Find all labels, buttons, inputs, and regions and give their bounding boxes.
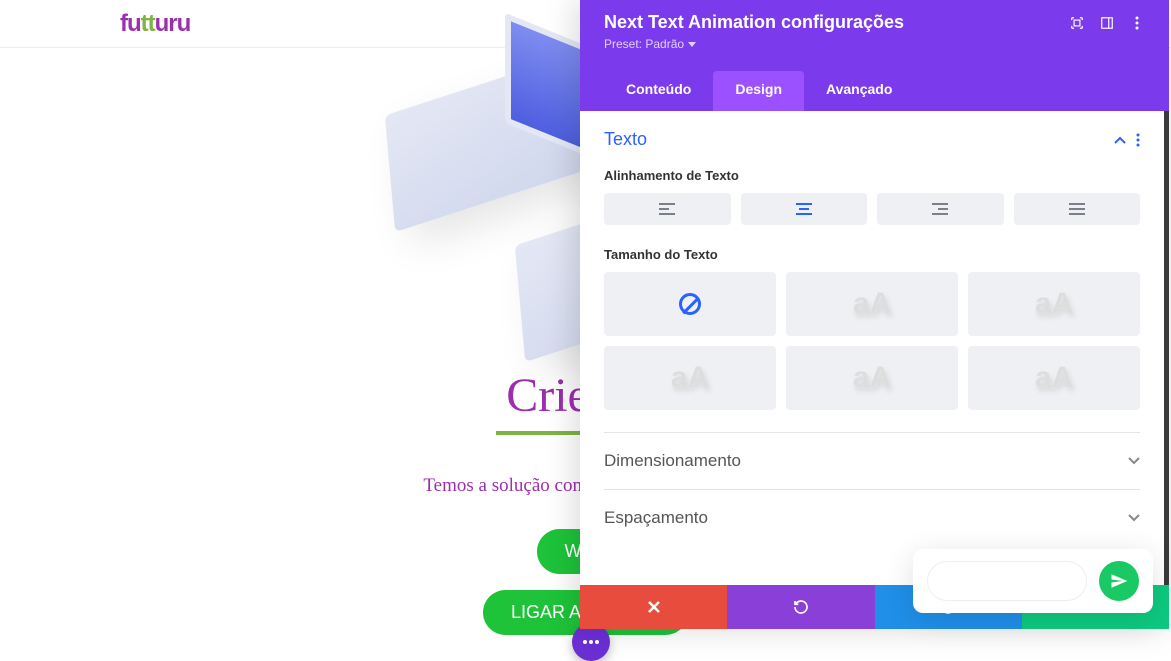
more-icon[interactable] <box>1129 15 1145 31</box>
preset-label: Preset: Padrão <box>604 37 684 51</box>
close-icon <box>648 601 660 613</box>
section-spacing[interactable]: Espaçamento <box>604 489 1140 546</box>
preset-dropdown[interactable]: Preset: Padrão <box>604 37 696 51</box>
logo[interactable]: futturu <box>120 10 190 38</box>
size-thumb: aA <box>1035 361 1073 395</box>
panel-body: Texto Alinhamento de Texto Tamanho do Te… <box>580 111 1169 585</box>
panel-title: Next Text Animation configurações <box>604 12 904 33</box>
layout-icon[interactable] <box>1099 15 1115 31</box>
align-right-button[interactable] <box>877 193 1004 225</box>
section-header-text[interactable]: Texto <box>604 129 1140 150</box>
chevron-up-icon[interactable] <box>1114 136 1126 144</box>
panel-header: Next Text Animation configurações Preset… <box>580 0 1169 111</box>
size-option-button[interactable]: aA <box>968 346 1140 410</box>
field-label-size: Tamanho do Texto <box>604 247 1140 262</box>
align-center-button[interactable] <box>741 193 868 225</box>
close-button[interactable] <box>580 585 727 629</box>
tab-design[interactable]: Design <box>713 71 804 111</box>
size-thumb: aA <box>671 361 709 395</box>
chat-input[interactable] <box>927 561 1087 601</box>
chevron-down-icon <box>1128 514 1140 522</box>
align-row <box>604 193 1140 225</box>
section-sizing[interactable]: Dimensionamento <box>604 432 1140 489</box>
size-thumb: aA <box>853 287 891 321</box>
size-option-button[interactable]: aA <box>968 272 1140 336</box>
size-thumb: aA <box>1035 287 1073 321</box>
undo-icon <box>793 599 809 615</box>
panel-tabs: Conteúdo Design Avançado <box>604 71 1145 111</box>
size-grid: aA aA aA aA aA <box>604 272 1140 410</box>
align-justify-icon <box>1069 203 1085 215</box>
chat-widget <box>913 549 1153 613</box>
logo-text: fu <box>120 10 141 37</box>
align-right-icon <box>932 203 948 215</box>
align-left-button[interactable] <box>604 193 731 225</box>
none-icon <box>679 293 701 315</box>
logo-text: uru <box>155 10 191 37</box>
section-title: Espaçamento <box>604 508 708 528</box>
expand-icon[interactable] <box>1069 15 1085 31</box>
chat-send-button[interactable] <box>1099 561 1139 601</box>
section-title: Dimensionamento <box>604 451 741 471</box>
logo-text: tt <box>141 10 155 37</box>
field-label-alignment: Alinhamento de Texto <box>604 168 1140 183</box>
align-left-icon <box>659 203 675 215</box>
section-more-icon[interactable] <box>1136 133 1140 147</box>
size-thumb: aA <box>853 361 891 395</box>
chevron-down-icon <box>688 42 696 47</box>
section-title: Texto <box>604 129 647 150</box>
send-icon <box>1110 572 1128 590</box>
tab-advanced[interactable]: Avançado <box>804 71 914 111</box>
tab-content[interactable]: Conteúdo <box>604 71 713 111</box>
chevron-down-icon <box>1128 457 1140 465</box>
size-option-button[interactable]: aA <box>604 346 776 410</box>
undo-button[interactable] <box>727 585 874 629</box>
size-none-button[interactable] <box>604 272 776 336</box>
size-option-button[interactable]: aA <box>786 346 958 410</box>
align-center-icon <box>796 203 812 215</box>
align-justify-button[interactable] <box>1014 193 1141 225</box>
size-option-button[interactable]: aA <box>786 272 958 336</box>
settings-panel: Next Text Animation configurações Preset… <box>580 0 1169 629</box>
